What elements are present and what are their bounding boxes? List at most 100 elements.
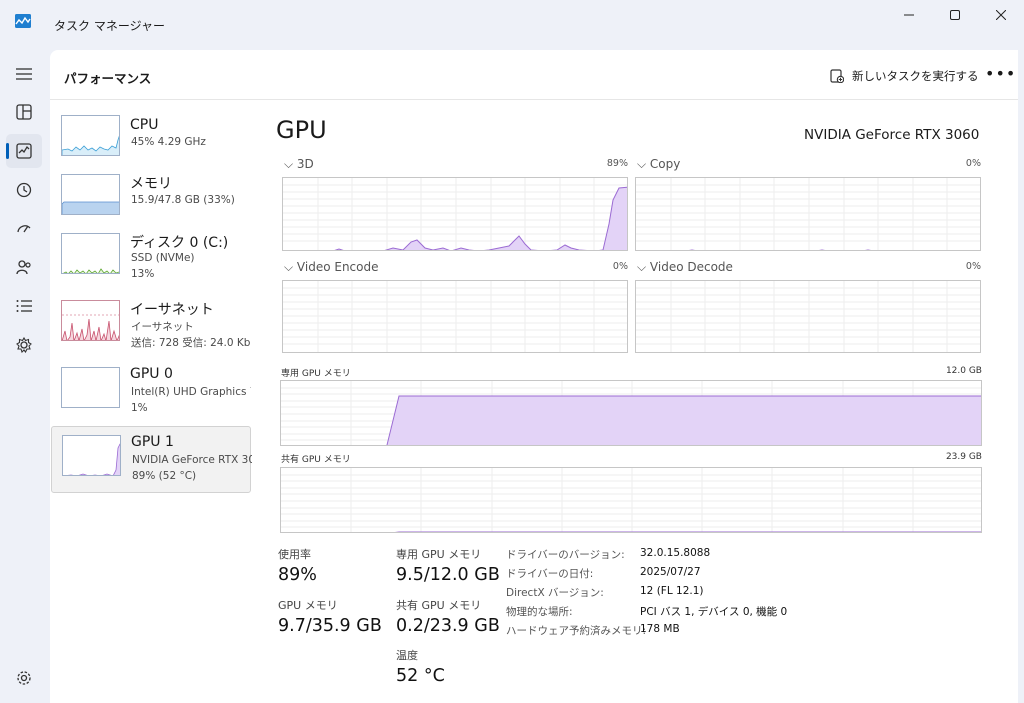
nav-active-indicator bbox=[6, 143, 9, 159]
engine-selector-video-encode[interactable]: ⌵ Video Encode bbox=[284, 260, 378, 275]
shared-memory-stat-value: 0.2/23.9 GB bbox=[396, 616, 500, 636]
device-name: CPU bbox=[130, 117, 159, 133]
temperature-value: 52 °C bbox=[396, 666, 445, 686]
performance-icon bbox=[16, 143, 32, 159]
device-detail: NVIDIA GeForce RTX 30 bbox=[132, 454, 252, 466]
app-history-icon bbox=[16, 182, 32, 198]
close-button[interactable] bbox=[978, 0, 1024, 30]
close-icon bbox=[996, 10, 1006, 20]
device-detail: イーサネット bbox=[131, 321, 194, 333]
title-bar: タスク マネージャー bbox=[0, 0, 1024, 50]
engine-3d-percent: 89% bbox=[606, 158, 628, 169]
device-item-gpu0[interactable]: GPU 0 Intel(R) UHD Graphics 7 1% bbox=[51, 358, 251, 426]
device-detail: 45% 4.29 GHz bbox=[131, 136, 206, 148]
content-panel: パフォーマンス 新しいタスクを実行する ••• CPU 45% 4.29 GHz… bbox=[50, 50, 1018, 703]
page-title: パフォーマンス bbox=[64, 71, 152, 86]
dedicated-memory-stat-label: 専用 GPU メモリ bbox=[396, 548, 482, 561]
device-usage: 89% (52 °C) bbox=[132, 470, 197, 482]
utilization-label: 使用率 bbox=[278, 548, 311, 561]
utilization-value: 89% bbox=[278, 565, 317, 585]
device-name: GPU 1 bbox=[131, 434, 174, 450]
dedicated-memory-stat-value: 9.5/12.0 GB bbox=[396, 565, 500, 585]
device-item-memory[interactable]: メモリ 15.9/47.8 GB (33%) bbox=[51, 165, 251, 233]
minimize-button[interactable] bbox=[886, 0, 932, 30]
device-usage: 1% bbox=[131, 402, 148, 414]
shared-memory-stat-label: 共有 GPU メモリ bbox=[396, 599, 482, 612]
device-name: ディスク 0 (C:) bbox=[130, 235, 229, 251]
engine-video-encode-graph bbox=[282, 280, 628, 353]
engine-selector-copy[interactable]: ⌵ Copy bbox=[637, 157, 680, 172]
processes-icon bbox=[16, 104, 32, 120]
engine-3d-graph bbox=[282, 177, 628, 251]
nav-settings[interactable] bbox=[6, 661, 42, 695]
window-title: タスク マネージャー bbox=[54, 19, 165, 33]
nav-menu-button[interactable] bbox=[6, 57, 42, 91]
directx-version-label: DirectX バージョン: bbox=[506, 587, 604, 599]
directx-version-value: 12 (FL 12.1) bbox=[640, 585, 704, 597]
detail-title: GPU bbox=[276, 116, 327, 144]
gpu-model-name: NVIDIA GeForce RTX 3060 bbox=[804, 127, 980, 143]
settings-icon bbox=[17, 671, 31, 685]
device-item-disk[interactable]: ディスク 0 (C:) SSD (NVMe) 13% bbox=[51, 224, 251, 292]
engine-copy-percent: 0% bbox=[965, 158, 981, 169]
startup-apps-icon bbox=[17, 225, 31, 233]
gpu-memory-value: 9.7/35.9 GB bbox=[278, 616, 382, 636]
nav-performance[interactable] bbox=[6, 134, 42, 168]
memory-thumbnail-graph bbox=[61, 174, 120, 215]
ethernet-thumbnail-graph bbox=[61, 300, 120, 341]
driver-date-label: ドライバーの日付: bbox=[506, 568, 594, 580]
engine-video-encode-percent: 0% bbox=[612, 261, 628, 272]
engine-selector-video-decode[interactable]: ⌵ Video Decode bbox=[637, 260, 733, 275]
nav-services[interactable] bbox=[6, 328, 42, 362]
shared-memory-label: 共有 GPU メモリ bbox=[281, 455, 351, 465]
device-item-cpu[interactable]: CPU 45% 4.29 GHz bbox=[51, 106, 251, 174]
driver-version-label: ドライバーのバージョン: bbox=[506, 549, 625, 561]
device-detail: 15.9/47.8 GB (33%) bbox=[131, 194, 235, 206]
run-task-label: 新しいタスクを実行する bbox=[852, 69, 979, 83]
chevron-down-icon: ⌵ bbox=[637, 260, 650, 274]
maximize-button[interactable] bbox=[932, 0, 978, 30]
device-detail: SSD (NVMe) bbox=[131, 252, 195, 264]
more-options-button[interactable]: ••• bbox=[985, 64, 1016, 83]
gpu1-thumbnail-graph bbox=[62, 435, 121, 476]
physical-location-value: PCI バス 1, デバイス 0, 機能 0 bbox=[640, 606, 788, 618]
engine-video-decode-graph bbox=[635, 280, 981, 353]
chevron-down-icon: ⌵ bbox=[284, 260, 297, 274]
nav-app-history[interactable] bbox=[6, 173, 42, 207]
device-name: メモリ bbox=[130, 176, 172, 192]
driver-version-value: 32.0.15.8088 bbox=[640, 547, 711, 559]
device-throughput: 送信: 728 受信: 24.0 Kb bbox=[131, 337, 251, 349]
engine-video-decode-percent: 0% bbox=[965, 261, 981, 272]
chevron-down-icon: ⌵ bbox=[637, 157, 650, 171]
shared-memory-max: 23.9 GB bbox=[945, 452, 982, 462]
maximize-icon bbox=[950, 10, 960, 20]
gpu0-thumbnail-graph bbox=[61, 367, 120, 408]
nav-startup-apps[interactable] bbox=[6, 211, 42, 245]
gpu-memory-label: GPU メモリ bbox=[278, 599, 338, 612]
disk-thumbnail-graph bbox=[61, 233, 120, 274]
page-header: パフォーマンス 新しいタスクを実行する ••• bbox=[50, 50, 1018, 100]
engine-selector-3d[interactable]: ⌵ 3D bbox=[284, 157, 314, 172]
nav-details[interactable] bbox=[6, 289, 42, 323]
engine-copy-graph bbox=[635, 177, 981, 251]
chevron-down-icon: ⌵ bbox=[284, 157, 297, 171]
hamburger-icon bbox=[16, 68, 32, 80]
device-item-ethernet[interactable]: イーサネット イーサネット 送信: 728 受信: 24.0 Kb bbox=[51, 291, 251, 359]
reserved-memory-value: 178 MB bbox=[640, 623, 680, 635]
details-icon bbox=[16, 300, 32, 312]
physical-location-label: 物理的な場所: bbox=[506, 606, 573, 618]
device-item-gpu1[interactable]: GPU 1 NVIDIA GeForce RTX 30 89% (52 °C) bbox=[51, 426, 252, 493]
reserved-memory-label: ハードウェア予約済みメモリ: bbox=[506, 625, 647, 637]
minimize-icon bbox=[904, 14, 914, 16]
device-name: GPU 0 bbox=[130, 366, 173, 382]
nav-processes[interactable] bbox=[6, 95, 42, 129]
run-new-task-button[interactable]: 新しいタスクを実行する bbox=[830, 66, 979, 86]
device-detail: Intel(R) UHD Graphics 7 bbox=[131, 386, 251, 398]
services-icon bbox=[16, 337, 32, 353]
dedicated-memory-label: 専用 GPU メモリ bbox=[281, 369, 351, 379]
nav-users[interactable] bbox=[6, 250, 42, 284]
run-task-icon bbox=[830, 69, 844, 83]
users-icon bbox=[16, 260, 31, 275]
driver-date-value: 2025/07/27 bbox=[640, 566, 701, 578]
cpu-thumbnail-graph bbox=[61, 115, 120, 156]
